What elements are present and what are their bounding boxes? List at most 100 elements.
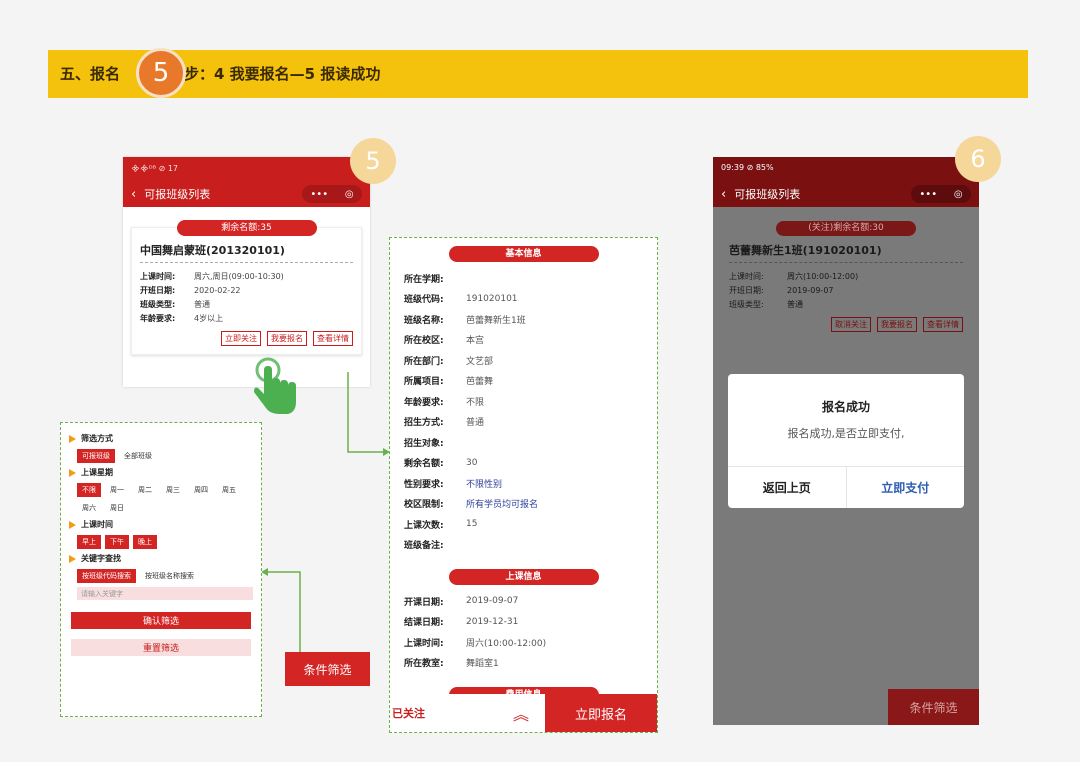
detail-value: 191020101 xyxy=(466,293,518,304)
detail-value: 2019-09-07 xyxy=(466,596,519,607)
filter-chip[interactable]: 周四 xyxy=(189,483,213,497)
info-row: 班级类型: 普通 xyxy=(729,297,963,311)
detail-row: 班级名称: 芭蕾舞新生1班 xyxy=(390,309,657,330)
filter-section-heading: 上课时间 xyxy=(69,519,253,530)
filter-section-title: 关键字查找 xyxy=(81,554,121,563)
detail-label: 结课日期: xyxy=(404,618,444,629)
detail-label: 所属项目: xyxy=(404,377,444,388)
detail-row: 招生对象: xyxy=(390,432,657,453)
detail-row: 年龄要求: 不限 xyxy=(390,391,657,412)
filter-section-title: 筛选方式 xyxy=(81,434,113,443)
detail-row: 剩余名额: 30 xyxy=(390,453,657,474)
detail-label: 上课时间: xyxy=(404,638,444,649)
dialog-buttons: 返回上页 立即支付 xyxy=(728,466,964,508)
filter-tab-button[interactable]: 条件筛选 xyxy=(888,689,979,725)
detail-label: 招生方式: xyxy=(404,418,444,429)
detail-row: 班级备注: xyxy=(390,535,657,556)
filter-chip[interactable]: 周三 xyxy=(161,483,185,497)
detail-label: 招生对象: xyxy=(404,438,444,449)
more-dots-icon[interactable]: ••• xyxy=(919,189,937,200)
detail-label: 性别要求: xyxy=(404,479,444,490)
filter-chip[interactable]: 周一 xyxy=(105,483,129,497)
detail-row: 上课次数: 15 xyxy=(390,514,657,535)
class-detail-panel: 基本信息 所在学期: 班级代码: 191020101 班级名称: 芭蕾舞新生1班 所在校区… xyxy=(389,237,658,733)
mini-program-capsule[interactable]: ••• ◎ xyxy=(911,185,971,203)
info-row: 上课时间: 周六(10:00-12:00) xyxy=(729,269,963,283)
filter-chip-group: 早上 下午 晚上 xyxy=(77,535,253,549)
detail-value: 周六(10:00-12:00) xyxy=(466,638,547,649)
filter-section-heading: 筛选方式 xyxy=(69,433,253,444)
triangle-bullet-icon xyxy=(69,554,76,563)
info-row: 开班日期: 2019-09-07 xyxy=(729,283,963,297)
detail-value: 30 xyxy=(466,457,478,468)
keyword-input[interactable]: 请输入关键字 xyxy=(77,587,253,600)
detail-row: 所在学期: xyxy=(390,268,657,289)
filter-chip[interactable]: 周五 xyxy=(217,483,241,497)
filter-panel: 筛选方式可报班级 全部班级 上课星期不限 周一 周二 周三 周四 周五周六 周日上课时间早上 下午… xyxy=(60,422,262,717)
enroll-now-button[interactable]: 立即报名 xyxy=(545,694,657,732)
detail-value: 普通 xyxy=(466,418,485,429)
unfollow-button[interactable]: 取消关注 xyxy=(831,317,871,332)
filter-chip[interactable]: 全部班级 xyxy=(119,449,157,463)
section-class-info: 上课信息 xyxy=(448,569,599,585)
filter-chip[interactable]: 下午 xyxy=(105,535,129,549)
double-chevron-up-icon[interactable]: ︽ xyxy=(513,701,529,725)
detail-row: 招生方式: 普通 xyxy=(390,412,657,433)
detail-row: 所在教室: 舞蹈室1 xyxy=(390,653,657,674)
back-chevron-icon[interactable]: ‹ xyxy=(721,187,726,202)
reset-filter-button[interactable]: 重置筛选 xyxy=(71,639,251,656)
info-value: 2019-09-07 xyxy=(787,285,834,295)
detail-value: 不限性别 xyxy=(466,479,503,490)
detail-row: 所属项目: 芭蕾舞 xyxy=(390,371,657,392)
triangle-bullet-icon xyxy=(69,468,76,477)
filter-chip[interactable]: 不限 xyxy=(77,483,101,497)
detail-value: 2019-12-31 xyxy=(466,616,519,627)
triangle-bullet-icon xyxy=(69,434,76,443)
filter-chip[interactable]: 按班级代码搜索 xyxy=(77,569,136,583)
filter-chip[interactable]: 周二 xyxy=(133,483,157,497)
filter-chip[interactable]: 早上 xyxy=(77,535,101,549)
detail-row: 性别要求: 不限性别 xyxy=(390,473,657,494)
pay-now-button[interactable]: 立即支付 xyxy=(847,467,965,508)
detail-label: 校区限制: xyxy=(404,500,444,511)
filter-section-title: 上课星期 xyxy=(81,468,113,477)
nav-bar: ‹ 可报班级列表 ••• ◎ xyxy=(713,181,979,207)
filter-chip[interactable]: 可报班级 xyxy=(77,449,115,463)
filter-section-title: 上课时间 xyxy=(81,520,113,529)
detail-row: 结课日期: 2019-12-31 xyxy=(390,612,657,633)
detail-label: 上课次数: xyxy=(404,520,444,531)
detail-row: 开课日期: 2019-09-07 xyxy=(390,591,657,612)
confirm-filter-button[interactable]: 确认筛选 xyxy=(71,612,251,629)
detail-value: 不限 xyxy=(466,397,485,408)
back-button[interactable]: 返回上页 xyxy=(728,467,847,508)
info-value: 普通 xyxy=(787,299,803,309)
filter-chip[interactable]: 晚上 xyxy=(133,535,157,549)
filter-chip[interactable]: 周日 xyxy=(105,501,129,515)
detail-label: 所在部门: xyxy=(404,356,444,367)
detail-label: 所在校区: xyxy=(404,336,444,347)
followed-label[interactable]: 已关注 xyxy=(392,705,425,721)
filter-section-heading: 上课星期 xyxy=(69,467,253,478)
class-card: (关注)剩余名额:30 芭蕾舞新生1班(191020101) 上课时间: 周六(1… xyxy=(721,217,971,336)
filter-chip[interactable]: 按班级名称搜索 xyxy=(140,569,199,583)
step-badge-6: 6 xyxy=(955,136,1001,182)
info-label: 班级类型: xyxy=(729,299,764,309)
detail-value: 芭蕾舞 xyxy=(466,377,494,388)
detail-row: 所在部门: 文艺部 xyxy=(390,350,657,371)
detail-label: 班级代码: xyxy=(404,295,444,306)
detail-bottom-bar: 已关注 ︽ 立即报名 xyxy=(390,694,657,732)
filter-chip[interactable]: 周六 xyxy=(77,501,101,515)
close-target-icon[interactable]: ◎ xyxy=(954,189,963,200)
detail-label: 剩余名额: xyxy=(404,459,444,470)
filter-chip-group: 不限 周一 周二 周三 周四 周五周六 周日 xyxy=(77,483,253,515)
detail-label: 年龄要求: xyxy=(404,397,444,408)
detail-row: 所在校区: 本宫 xyxy=(390,330,657,351)
dialog-title: 报名成功 xyxy=(821,400,870,414)
detail-label: 班级名称: xyxy=(404,315,444,326)
detail-value: 舞蹈室1 xyxy=(466,659,499,670)
detail-value: 芭蕾舞新生1班 xyxy=(466,315,526,326)
info-value: 周六(10:00-12:00) xyxy=(787,271,859,281)
detail-row: 校区限制: 所有学员均可报名 xyxy=(390,494,657,515)
view-detail-button[interactable]: 查看详情 xyxy=(923,317,963,332)
enroll-button[interactable]: 我要报名 xyxy=(877,317,917,332)
